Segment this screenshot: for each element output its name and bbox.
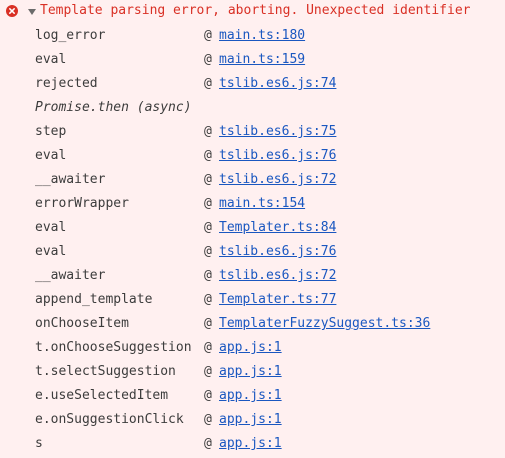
source-location-link[interactable]: tslib.es6.js:75 <box>219 120 336 144</box>
stack-frame-row: t.onChooseSuggestion @ app.js:1 <box>0 336 505 360</box>
at-symbol: @ <box>204 316 212 331</box>
error-circle-icon <box>6 5 18 17</box>
stack-frame-row: eval @ tslib.es6.js:76 <box>0 144 505 168</box>
source-location-link[interactable]: app.js:1 <box>219 384 282 408</box>
function-name: t.selectSuggestion <box>35 364 176 379</box>
source-location-link[interactable]: app.js:1 <box>219 432 282 456</box>
source-location-link[interactable]: tslib.es6.js:72 <box>219 264 336 288</box>
source-location-link[interactable]: tslib.es6.js:76 <box>219 144 336 168</box>
function-name: rejected <box>35 76 98 91</box>
console-error-entry: Template parsing error, aborting. Unexpe… <box>0 0 505 458</box>
stack-frame-row: eval @ Templater.ts:84 <box>0 216 505 240</box>
async-label: Promise.then (async) <box>35 100 192 115</box>
stack-frame-row: log_error @ main.ts:180 <box>0 24 505 48</box>
source-location-link[interactable]: app.js:1 <box>219 336 282 360</box>
at-symbol: @ <box>204 292 212 307</box>
at-symbol: @ <box>204 28 212 43</box>
at-symbol: @ <box>204 388 212 403</box>
at-symbol: @ <box>204 364 212 379</box>
source-location-link[interactable]: main.ts:180 <box>219 24 305 48</box>
function-name: append_template <box>35 292 153 307</box>
stack-frame-row: rejected @ tslib.es6.js:74 <box>0 72 505 96</box>
stack-frame-row: e.useSelectedItem @ app.js:1 <box>0 384 505 408</box>
at-symbol: @ <box>204 76 212 91</box>
async-separator-row: Promise.then (async) <box>0 96 505 120</box>
source-location-link[interactable]: Templater.ts:84 <box>219 216 336 240</box>
function-name: __awaiter <box>35 172 106 187</box>
source-location-link[interactable]: tslib.es6.js:76 <box>219 240 336 264</box>
function-name: eval <box>35 220 67 235</box>
at-symbol: @ <box>204 124 212 139</box>
stack-frame-row: errorWrapper @ main.ts:154 <box>0 192 505 216</box>
source-location-link[interactable]: Templater.ts:77 <box>219 288 336 312</box>
source-location-link[interactable]: main.ts:154 <box>219 192 305 216</box>
function-name: step <box>35 124 67 139</box>
source-location-link[interactable]: app.js:1 <box>219 408 282 432</box>
function-name: __awaiter <box>35 268 106 283</box>
function-name: log_error <box>35 28 106 43</box>
stack-frame-row: onChooseItem @ TemplaterFuzzySuggest.ts:36 <box>0 312 505 336</box>
stack-trace: log_error @ main.ts:180 eval @ main.ts:159 rej… <box>0 24 505 456</box>
stack-frame-row: eval @ main.ts:159 <box>0 48 505 72</box>
error-message: Template parsing error, aborting. Unexpe… <box>40 3 471 18</box>
source-location-link[interactable]: tslib.es6.js:72 <box>219 168 336 192</box>
at-symbol: @ <box>204 220 212 235</box>
at-symbol: @ <box>204 172 212 187</box>
function-name: e.useSelectedItem <box>35 388 169 403</box>
error-header[interactable]: Template parsing error, aborting. Unexpe… <box>0 0 505 24</box>
at-symbol: @ <box>204 148 212 163</box>
stack-frame-row: e.onSuggestionClick @ app.js:1 <box>0 408 505 432</box>
function-name: t.onChooseSuggestion <box>35 340 192 355</box>
stack-frame-row: eval @ tslib.es6.js:76 <box>0 240 505 264</box>
source-location-link[interactable]: app.js:1 <box>219 360 282 384</box>
at-symbol: @ <box>204 268 212 283</box>
function-name: eval <box>35 148 67 163</box>
at-symbol: @ <box>204 52 212 67</box>
at-symbol: @ <box>204 412 212 427</box>
source-location-link[interactable]: TemplaterFuzzySuggest.ts:36 <box>219 312 430 336</box>
expand-chevron-down-icon[interactable] <box>28 9 36 15</box>
stack-frame-row: step @ tslib.es6.js:75 <box>0 120 505 144</box>
function-name: eval <box>35 52 67 67</box>
at-symbol: @ <box>204 196 212 211</box>
source-location-link[interactable]: tslib.es6.js:74 <box>219 72 336 96</box>
stack-frame-row: s @ app.js:1 <box>0 432 505 456</box>
function-name: e.onSuggestionClick <box>35 412 184 427</box>
at-symbol: @ <box>204 436 212 451</box>
source-location-link[interactable]: main.ts:159 <box>219 48 305 72</box>
stack-frame-row: t.selectSuggestion @ app.js:1 <box>0 360 505 384</box>
function-name: eval <box>35 244 67 259</box>
stack-frame-row: __awaiter @ tslib.es6.js:72 <box>0 264 505 288</box>
stack-frame-row: append_template @ Templater.ts:77 <box>0 288 505 312</box>
function-name: errorWrapper <box>35 196 129 211</box>
at-symbol: @ <box>204 340 212 355</box>
function-name: s <box>35 436 43 451</box>
stack-frame-row: __awaiter @ tslib.es6.js:72 <box>0 168 505 192</box>
function-name: onChooseItem <box>35 316 129 331</box>
at-symbol: @ <box>204 244 212 259</box>
